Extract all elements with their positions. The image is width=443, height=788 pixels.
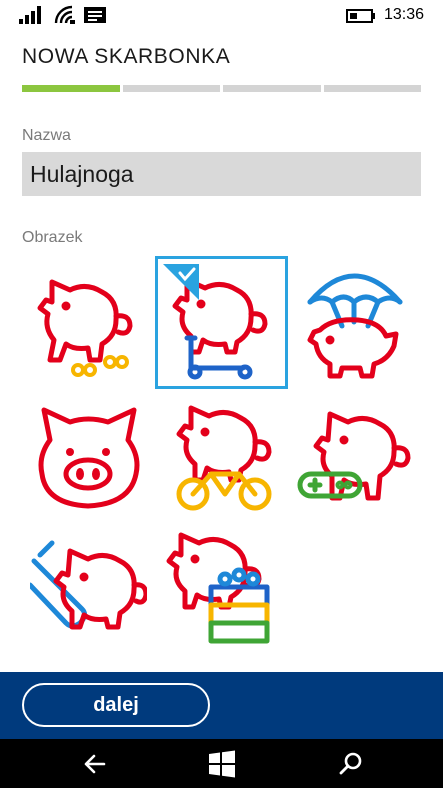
back-arrow-icon[interactable] bbox=[80, 749, 110, 779]
image-tile-1[interactable] bbox=[22, 256, 155, 389]
pig-with-gamepad-image bbox=[297, 411, 411, 501]
image-tile-5[interactable] bbox=[155, 390, 288, 523]
progress-step-3 bbox=[223, 85, 321, 92]
image-tile-8[interactable] bbox=[155, 523, 288, 656]
pig-with-surfboard-image bbox=[30, 540, 147, 630]
pig-face-image bbox=[38, 407, 140, 509]
pig-on-bicycle-image bbox=[176, 405, 272, 511]
step-progress bbox=[22, 85, 421, 92]
image-label: Obrazek bbox=[22, 229, 83, 246]
message-icon bbox=[84, 7, 106, 23]
next-button[interactable]: dalej bbox=[22, 683, 210, 727]
progress-step-1 bbox=[22, 85, 120, 92]
search-icon[interactable] bbox=[336, 749, 366, 779]
battery-icon bbox=[346, 9, 375, 23]
progress-step-2 bbox=[122, 85, 220, 92]
image-tile-7[interactable] bbox=[22, 523, 155, 656]
pig-with-wheels-image bbox=[37, 279, 133, 377]
image-tile-2[interactable] bbox=[155, 256, 288, 389]
name-input[interactable] bbox=[22, 152, 421, 196]
signal-icon bbox=[19, 6, 41, 24]
wifi-icon bbox=[54, 5, 75, 24]
image-tile-6[interactable] bbox=[288, 390, 421, 523]
clock: 13:36 bbox=[384, 6, 425, 23]
pig-with-toy-blocks-image bbox=[166, 532, 270, 644]
page-title: NOWA SKARBONKA bbox=[22, 45, 231, 68]
image-tile-3[interactable] bbox=[288, 256, 421, 389]
name-label: Nazwa bbox=[22, 127, 71, 144]
navigation-bar bbox=[0, 739, 443, 788]
image-tile-4[interactable] bbox=[22, 390, 155, 523]
pig-with-parachute-image bbox=[307, 273, 403, 379]
progress-step-4 bbox=[323, 85, 421, 92]
status-bar: 13:36 bbox=[0, 0, 443, 32]
selected-check-icon bbox=[163, 264, 199, 300]
windows-start-icon[interactable] bbox=[207, 749, 237, 779]
